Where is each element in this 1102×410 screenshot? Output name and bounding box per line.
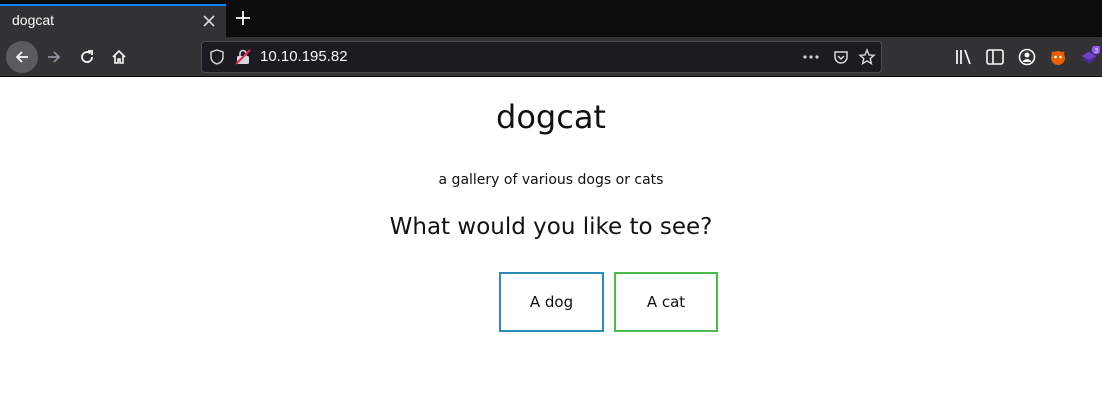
close-tab-icon[interactable] <box>199 11 219 31</box>
home-icon <box>112 49 126 64</box>
url-bar[interactable]: 10.10.195.82 <box>201 41 882 73</box>
nav-bar: 10.10.195.82 3 <box>0 37 1102 77</box>
library-icon[interactable] <box>953 46 975 68</box>
shield-icon[interactable] <box>208 48 226 66</box>
reload-icon <box>81 50 93 63</box>
pocket-icon[interactable] <box>832 48 850 66</box>
tab-strip: dogcat <box>0 0 1102 37</box>
page-title: dogcat <box>496 98 606 136</box>
more-actions-icon[interactable] <box>802 48 820 66</box>
foxyproxy-extension-icon[interactable] <box>1047 46 1069 68</box>
url-text[interactable]: 10.10.195.82 <box>260 48 348 65</box>
tab-active[interactable]: dogcat <box>0 4 226 37</box>
page-content: dogcat a gallery of various dogs or cats… <box>0 78 1102 410</box>
forward-button[interactable] <box>38 41 70 73</box>
reload-button[interactable] <box>71 41 103 73</box>
new-tab-icon[interactable] <box>233 8 253 28</box>
extension-icon[interactable]: 3 <box>1078 46 1100 68</box>
account-icon[interactable] <box>1016 46 1038 68</box>
extension-badge: 3 <box>1094 46 1098 54</box>
home-button[interactable] <box>103 41 135 73</box>
back-arrow-icon <box>15 51 28 63</box>
forward-arrow-icon <box>48 51 61 63</box>
page-question: What would you like to see? <box>389 214 713 240</box>
insecure-lock-icon[interactable] <box>234 48 252 66</box>
sidebar-icon[interactable] <box>984 46 1006 68</box>
tab-title: dogcat <box>12 12 55 28</box>
cat-button[interactable]: A cat <box>614 272 718 332</box>
page-subtitle: a gallery of various dogs or cats <box>438 172 664 188</box>
back-button[interactable] <box>6 41 38 73</box>
bookmark-star-icon[interactable] <box>858 48 876 66</box>
dog-button[interactable]: A dog <box>499 272 604 332</box>
